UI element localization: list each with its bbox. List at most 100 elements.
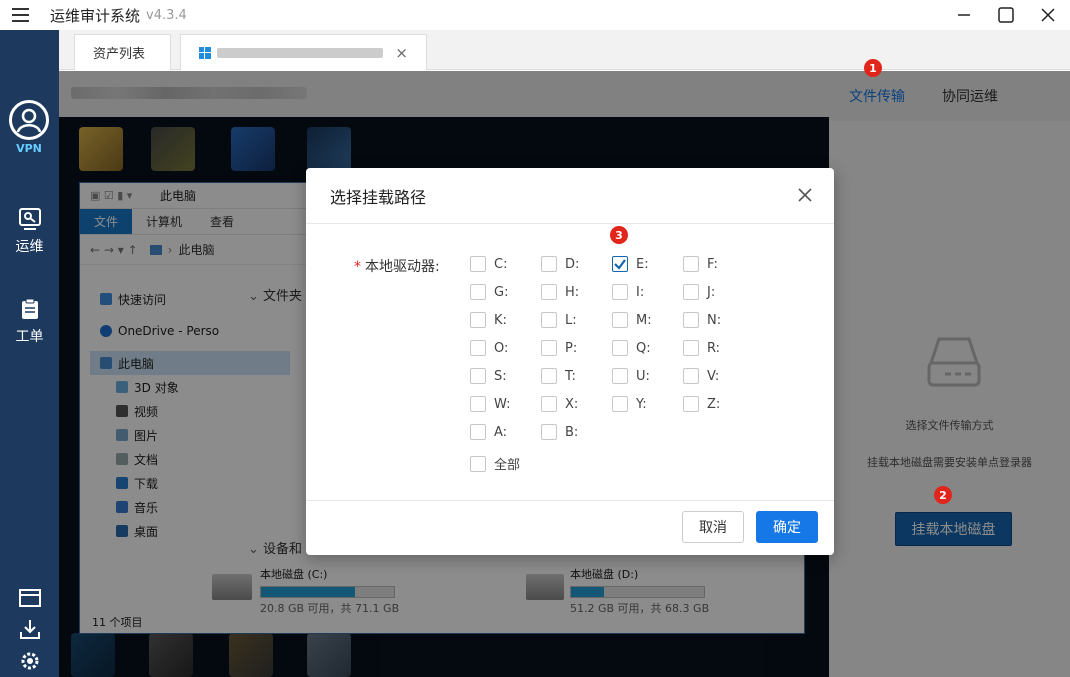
drive-checkbox-label: P: bbox=[565, 340, 578, 356]
checkbox-box[interactable] bbox=[541, 312, 557, 328]
title-bar: 运维审计系统 v4.3.4 bbox=[0, 0, 1070, 30]
drive-checkbox-label: I: bbox=[636, 284, 645, 300]
drive-checkbox-r[interactable]: R: bbox=[683, 340, 720, 356]
nav-item-ops[interactable]: 运维 bbox=[0, 208, 59, 256]
step-badge-1: 1 bbox=[864, 59, 882, 77]
checkbox-box[interactable] bbox=[470, 340, 486, 356]
checkbox-box[interactable] bbox=[470, 396, 486, 412]
checkbox-box[interactable] bbox=[470, 312, 486, 328]
drive-checkbox-w[interactable]: W: bbox=[470, 396, 510, 412]
checkbox-box[interactable] bbox=[612, 340, 628, 356]
confirm-button[interactable]: 确定 bbox=[756, 511, 818, 543]
nav-item-ticket[interactable]: 工单 bbox=[0, 298, 59, 346]
hamburger-menu-icon[interactable] bbox=[12, 8, 32, 22]
tab-bar: 资产列表 × bbox=[59, 30, 1070, 70]
drive-checkbox-m[interactable]: M: bbox=[612, 312, 652, 328]
drive-label-text: 本地驱动器: bbox=[365, 259, 440, 275]
drive-checkbox-k[interactable]: K: bbox=[470, 312, 507, 328]
drive-field-label: * 本地驱动器: bbox=[354, 256, 440, 276]
tab-label: 资产列表 bbox=[93, 47, 146, 62]
drive-checkbox-f[interactable]: F: bbox=[683, 256, 718, 272]
dialog-title: 选择挂载路径 bbox=[330, 187, 427, 207]
checkbox-box[interactable] bbox=[470, 424, 486, 440]
drive-checkbox-d[interactable]: D: bbox=[541, 256, 579, 272]
drive-checkbox-label: M: bbox=[636, 312, 652, 328]
drive-checkbox-l[interactable]: L: bbox=[541, 312, 577, 328]
drive-checkbox-z[interactable]: Z: bbox=[683, 396, 720, 412]
checkbox-box[interactable] bbox=[541, 284, 557, 300]
dialog-close-icon[interactable] bbox=[796, 186, 814, 204]
checkbox-box[interactable] bbox=[470, 455, 486, 472]
drive-checkbox-label: D: bbox=[565, 256, 580, 272]
select-all-label: 全部 bbox=[494, 458, 521, 473]
drive-checkbox-label: G: bbox=[494, 284, 509, 300]
vpn-label: VPN bbox=[16, 142, 42, 155]
left-nav: VPN 运维 工单 bbox=[0, 30, 59, 677]
checkbox-box[interactable] bbox=[612, 396, 628, 412]
drive-checkbox-y[interactable]: Y: bbox=[612, 396, 647, 412]
user-avatar-icon bbox=[9, 100, 49, 140]
checkbox-box[interactable] bbox=[470, 256, 486, 272]
drive-checkbox-o[interactable]: O: bbox=[470, 340, 508, 356]
drive-checkbox-e[interactable]: E: bbox=[612, 256, 649, 272]
drive-checkbox-label: Y: bbox=[636, 396, 647, 412]
clipboard-icon bbox=[19, 298, 41, 320]
checkbox-box[interactable] bbox=[683, 396, 699, 412]
download-icon[interactable] bbox=[0, 618, 59, 644]
checkbox-checked-icon[interactable] bbox=[612, 256, 628, 272]
drive-checkbox-s[interactable]: S: bbox=[470, 368, 507, 384]
drive-checkbox-h[interactable]: H: bbox=[541, 284, 579, 300]
checkbox-box[interactable] bbox=[541, 256, 557, 272]
drive-checkbox-label: U: bbox=[636, 368, 650, 384]
drive-checkbox-t[interactable]: T: bbox=[541, 368, 576, 384]
app-title: 运维审计系统 bbox=[50, 6, 141, 25]
checkbox-box[interactable] bbox=[683, 284, 699, 300]
checkbox-box[interactable] bbox=[470, 368, 486, 384]
drive-checkbox-label: F: bbox=[707, 256, 718, 272]
drive-checkbox-u[interactable]: U: bbox=[612, 368, 650, 384]
drive-checkbox-a[interactable]: A: bbox=[470, 424, 507, 440]
minimize-icon[interactable] bbox=[944, 0, 984, 30]
drive-checkbox-j[interactable]: J: bbox=[683, 284, 715, 300]
app-version: v4.3.4 bbox=[146, 7, 187, 23]
checkbox-box[interactable] bbox=[541, 340, 557, 356]
checkbox-box[interactable] bbox=[612, 312, 628, 328]
drive-checkbox-x[interactable]: X: bbox=[541, 396, 578, 412]
maximize-icon[interactable] bbox=[986, 0, 1026, 30]
checkbox-box[interactable] bbox=[541, 396, 557, 412]
drive-checkbox-p[interactable]: P: bbox=[541, 340, 577, 356]
nav-label-ops: 运维 bbox=[15, 239, 44, 255]
drive-checkbox-label: K: bbox=[494, 312, 507, 328]
drive-checkbox-label: J: bbox=[707, 284, 716, 300]
web-icon[interactable] bbox=[0, 588, 59, 612]
checkbox-box[interactable] bbox=[683, 312, 699, 328]
cancel-button[interactable]: 取消 bbox=[682, 511, 744, 543]
drive-checkbox-label: V: bbox=[707, 368, 720, 384]
checkbox-box[interactable] bbox=[612, 284, 628, 300]
nav-label-ticket: 工单 bbox=[15, 329, 44, 345]
drive-checkbox-c[interactable]: C: bbox=[470, 256, 507, 272]
checkbox-box[interactable] bbox=[541, 424, 557, 440]
tab-close-icon[interactable]: × bbox=[395, 44, 408, 62]
checkbox-box[interactable] bbox=[683, 340, 699, 356]
drive-checkbox-n[interactable]: N: bbox=[683, 312, 721, 328]
drive-checkbox-b[interactable]: B: bbox=[541, 424, 578, 440]
drive-checkbox-i[interactable]: I: bbox=[612, 284, 644, 300]
close-window-icon[interactable] bbox=[1028, 0, 1068, 30]
tab-remote-session[interactable]: × bbox=[180, 34, 427, 70]
drive-checkbox-v[interactable]: V: bbox=[683, 368, 719, 384]
checkbox-box[interactable] bbox=[470, 284, 486, 300]
checkbox-box[interactable] bbox=[612, 368, 628, 384]
vpn-button[interactable]: VPN bbox=[8, 100, 50, 155]
windows-icon bbox=[199, 46, 211, 59]
drive-checkbox-q[interactable]: Q: bbox=[612, 340, 651, 356]
checkbox-box[interactable] bbox=[541, 368, 557, 384]
drive-checkbox-label: R: bbox=[707, 340, 721, 356]
drive-checkbox-g[interactable]: G: bbox=[470, 284, 508, 300]
settings-gear-icon[interactable] bbox=[0, 650, 59, 676]
select-all-checkbox[interactable]: 全部 bbox=[470, 454, 520, 473]
tab-asset-list[interactable]: 资产列表 bbox=[74, 34, 171, 70]
checkbox-box[interactable] bbox=[683, 256, 699, 272]
checkbox-box[interactable] bbox=[683, 368, 699, 384]
dialog-footer: 取消 确定 bbox=[306, 500, 834, 555]
